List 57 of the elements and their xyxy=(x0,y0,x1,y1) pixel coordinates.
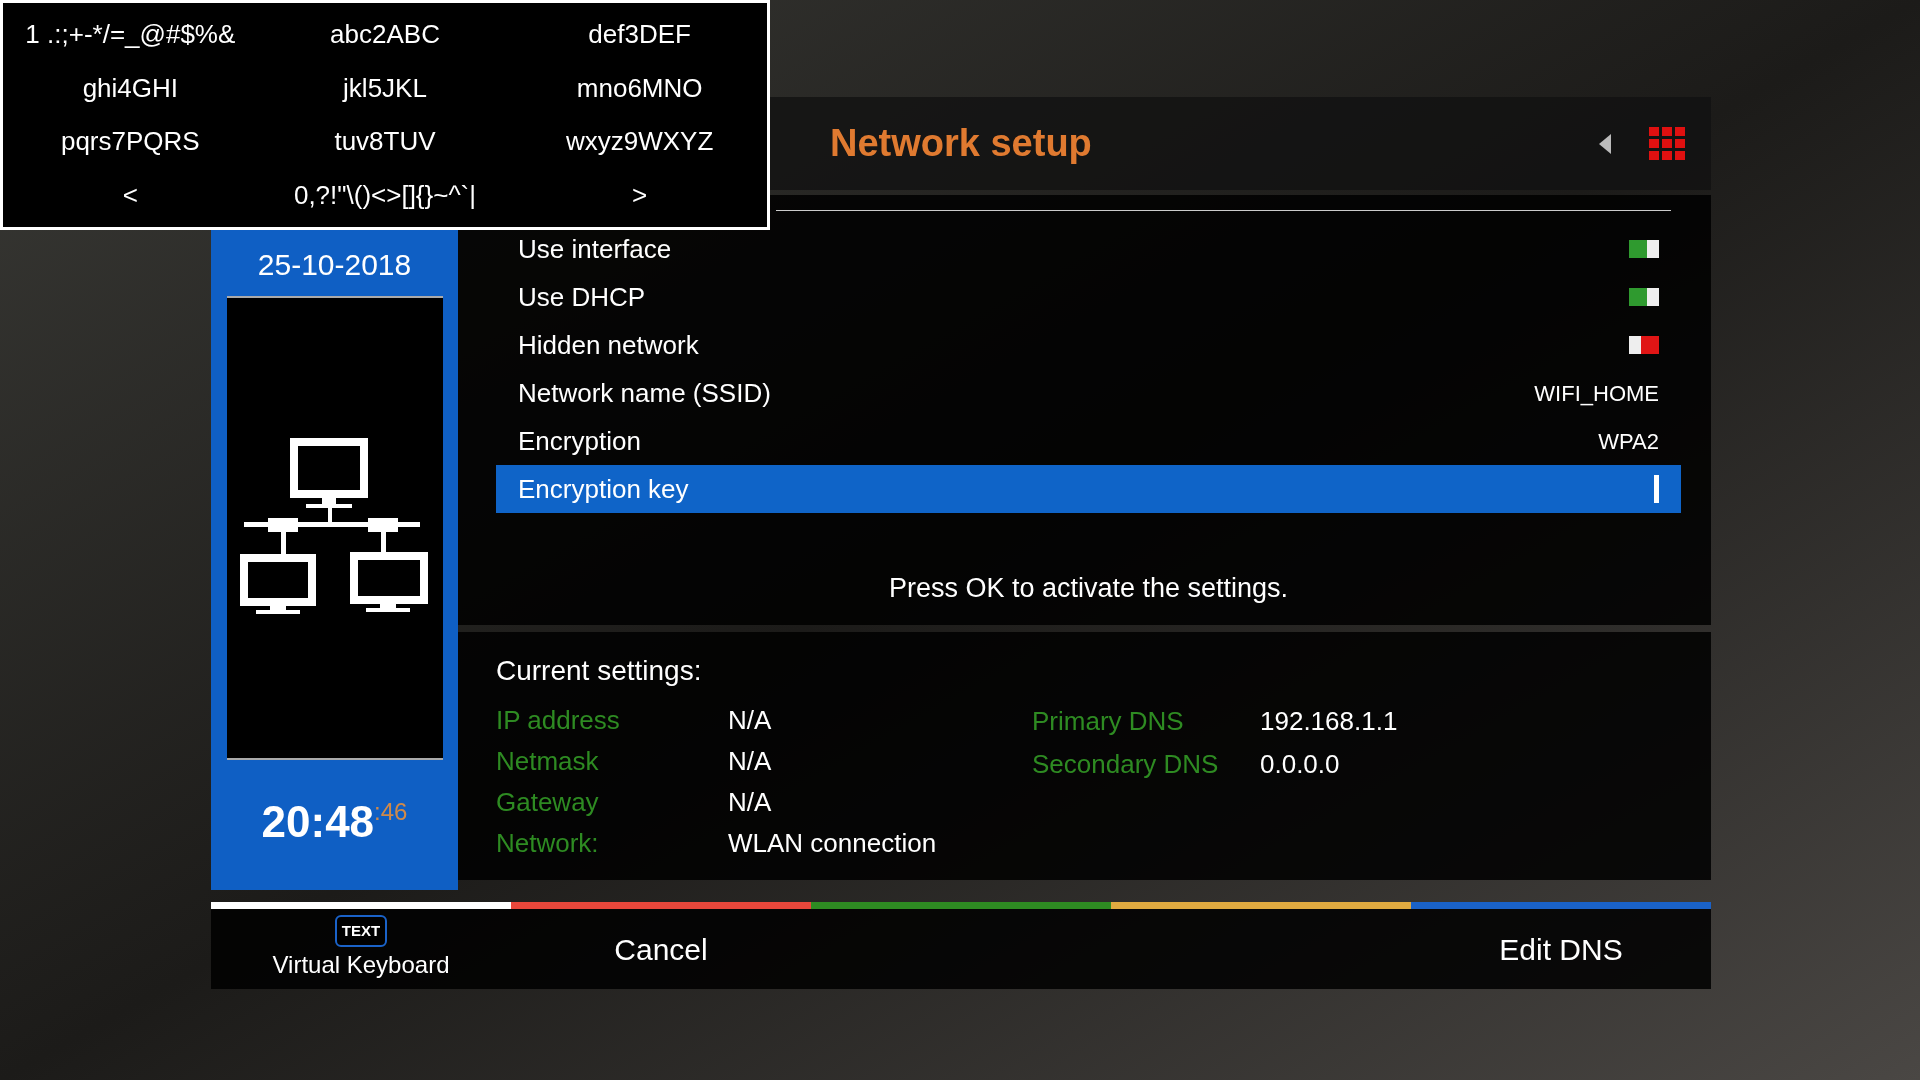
keyboard-key[interactable]: < xyxy=(122,175,138,215)
text-cursor xyxy=(1654,475,1659,503)
info-value: WLAN connection xyxy=(728,827,937,860)
current-settings-title: Current settings: xyxy=(496,655,702,686)
keyboard-key[interactable]: mno6MNO xyxy=(576,68,703,108)
function-key-label[interactable]: Virtual Keyboard xyxy=(272,947,450,984)
setting-label: Network name (SSID) xyxy=(518,376,772,410)
keyboard-key[interactable]: 1 .:;+-*/=_@#$%& xyxy=(25,15,236,55)
keyboard-key[interactable]: > xyxy=(632,175,648,215)
function-key-label[interactable]: Edit DNS xyxy=(1499,926,1623,972)
function-key-label[interactable]: Cancel xyxy=(614,926,708,972)
keyboard-key[interactable]: abc2ABC xyxy=(330,15,440,55)
left-arrow-icon xyxy=(1599,133,1611,154)
toggle-switch[interactable] xyxy=(1629,336,1659,354)
clock-time: 20:48 xyxy=(261,800,375,844)
keyboard-key[interactable]: wxyz9WXYZ xyxy=(566,122,714,162)
info-label: IP address xyxy=(496,704,621,737)
settings-row[interactable]: Hidden network xyxy=(496,321,1681,369)
setting-label: Hidden network xyxy=(518,328,700,362)
function-key-button[interactable]: TEXT Virtual Keyboard xyxy=(211,909,511,989)
info-label: Netmask xyxy=(496,745,600,778)
info-label: Gateway xyxy=(496,786,600,819)
setting-label: Encryption xyxy=(518,424,642,458)
info-label: Network: xyxy=(496,827,600,860)
keyboard-key[interactable]: tuv8TUV xyxy=(334,122,436,162)
text-key-badge: TEXT xyxy=(334,914,388,948)
dns-value: 192.168.1.1 xyxy=(1260,705,1398,738)
setting-label: Encryption key xyxy=(518,472,690,506)
clock-seconds: :46 xyxy=(374,800,408,824)
settings-row[interactable]: Encryption WPA2 xyxy=(496,417,1681,465)
info-value: N/A xyxy=(728,786,772,819)
grid-icon xyxy=(1649,126,1685,161)
setting-label: Use interface xyxy=(518,232,673,266)
settings-row[interactable]: Use interface xyxy=(496,225,1681,273)
header-title: Network setup xyxy=(830,121,1093,166)
settings-row[interactable]: Network name (SSID) WIFI_HOME xyxy=(496,369,1681,417)
info-value: N/A xyxy=(728,745,772,778)
settings-row[interactable]: Use DHCP xyxy=(496,273,1681,321)
info-value: N/A xyxy=(728,704,772,737)
dns-value: 0.0.0.0 xyxy=(1260,748,1340,781)
keyboard-key[interactable]: jkl5JKL xyxy=(343,68,427,108)
toggle-switch[interactable] xyxy=(1629,240,1659,258)
date-text: 25-10-2018 xyxy=(257,250,412,280)
settings-row[interactable]: Encryption key xyxy=(496,465,1681,513)
setting-value: WIFI_HOME xyxy=(1534,379,1659,408)
keyboard-key[interactable]: pqrs7PQRS xyxy=(60,122,200,162)
keyboard-key[interactable]: 0,?!"\()<>[]{}~^`| xyxy=(293,175,477,215)
hint-text: Press OK to activate the settings. xyxy=(888,572,1289,605)
toggle-switch[interactable] xyxy=(1629,288,1659,306)
function-key-button[interactable]: Cancel xyxy=(511,909,811,989)
function-key-button[interactable]: Edit DNS xyxy=(1411,909,1711,989)
dns-label: Primary DNS xyxy=(1032,705,1185,738)
keyboard-key[interactable]: ghi4GHI xyxy=(82,68,178,108)
keyboard-key[interactable]: def3DEF xyxy=(588,15,691,55)
dns-label: Secondary DNS xyxy=(1032,748,1220,781)
setting-label: Use DHCP xyxy=(518,280,647,314)
setting-value: WPA2 xyxy=(1598,427,1659,456)
